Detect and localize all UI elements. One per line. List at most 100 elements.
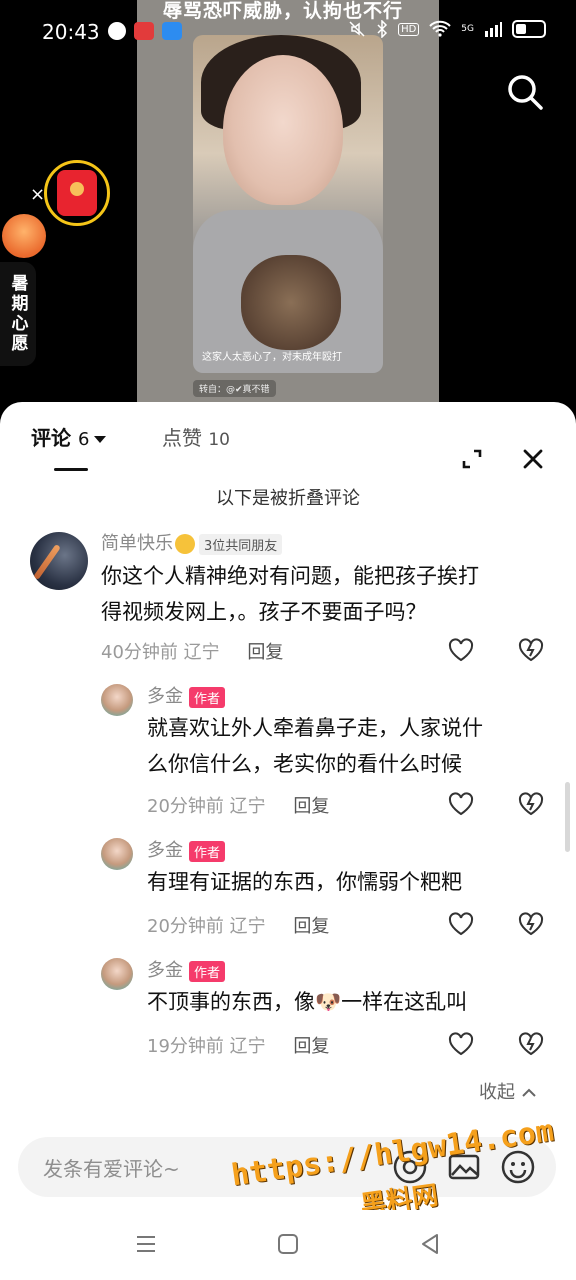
- tab-likes-label: 点赞: [162, 426, 202, 450]
- comment-time: 19分钟前: [147, 1036, 224, 1057]
- avatar[interactable]: [101, 838, 133, 870]
- comment-location: 辽宁: [229, 796, 266, 817]
- comment-username[interactable]: 简单快乐 3位共同朋友: [101, 529, 283, 555]
- comment-input-placeholder: 发条有爱评论~: [43, 1157, 180, 1181]
- mute-icon: [349, 21, 365, 37]
- comment-time: 40分钟前: [101, 642, 178, 663]
- menu-icon[interactable]: [134, 1232, 158, 1256]
- username-text: 多金: [147, 686, 183, 707]
- red-envelope-button[interactable]: [44, 160, 110, 226]
- chevron-down-icon: [94, 436, 107, 443]
- reply-button[interactable]: 回复: [293, 916, 329, 937]
- comment-time: 20分钟前: [147, 796, 224, 817]
- author-badge: 作者: [189, 840, 226, 862]
- smile-emoji-icon: [175, 534, 195, 554]
- comment-text-part: 不顶事的东西，像: [147, 990, 315, 1014]
- video-face: [223, 55, 343, 205]
- mutual-friends-badge: 3位共同朋友: [199, 533, 283, 555]
- signal-icon: [485, 22, 502, 37]
- dislike-icon[interactable]: [518, 1032, 544, 1056]
- reply-button[interactable]: 回复: [293, 796, 329, 817]
- comment-text-line: 你这个人精神绝对有问题，能把孩子挨打: [101, 564, 479, 588]
- status-time: 20:43: [42, 20, 100, 44]
- reply-button[interactable]: 回复: [247, 642, 283, 663]
- author-badge: 作者: [189, 686, 226, 708]
- comment-meta: 40分钟前 辽宁 回复: [101, 638, 283, 664]
- redpacket-app-icon: [134, 22, 154, 40]
- avatar[interactable]: [30, 532, 88, 590]
- comment-username[interactable]: 多金 作者: [147, 836, 226, 862]
- message-app-icon: [162, 22, 182, 40]
- comment-text-line: 么你信什么，老实你的看什么时候: [147, 752, 462, 776]
- wechat-icon: [108, 22, 126, 40]
- comment-text[interactable]: 就喜欢让外人牵着鼻子走，人家说什 么你信什么，老实你的看什么时候: [147, 710, 483, 782]
- summer-wish-label[interactable]: 暑期心愿: [0, 262, 36, 366]
- avatar[interactable]: [101, 958, 133, 990]
- folded-comments-note: 以下是被折叠评论: [216, 488, 360, 509]
- comment-text-line: 就喜欢让外人牵着鼻子走，人家说什: [147, 716, 483, 740]
- username-text: 多金: [147, 960, 183, 981]
- bluetooth-icon: [377, 20, 388, 38]
- search-icon[interactable]: [505, 72, 545, 112]
- comment-time: 20分钟前: [147, 916, 224, 937]
- battery-icon: [512, 20, 546, 38]
- avatar[interactable]: [101, 684, 133, 716]
- comment-meta: 19分钟前 辽宁 回复: [147, 1032, 329, 1058]
- tab-likes[interactable]: 点赞 10: [162, 422, 230, 451]
- dog-emoji-icon: 🐶: [315, 990, 342, 1014]
- status-app-icons: [108, 22, 182, 40]
- tab-comments-label: 评论: [31, 426, 71, 450]
- reply-button[interactable]: 回复: [293, 1036, 329, 1057]
- chevron-up-icon: [522, 1088, 536, 1097]
- video-caption: 这家人太恶心了，对未成年殴打: [202, 352, 342, 363]
- heart-icon[interactable]: [448, 638, 474, 662]
- comment-text-line: 得视频发网上，。孩子不要面子吗？: [101, 600, 427, 624]
- comment-location: 辽宁: [229, 916, 266, 937]
- tab-likes-count: 10: [208, 430, 230, 450]
- username-text: 多金: [147, 840, 183, 861]
- expand-icon[interactable]: [460, 447, 484, 471]
- comment-text-part: 一样在这乱叫: [341, 990, 468, 1014]
- mascot-icon[interactable]: [2, 214, 46, 258]
- tab-active-underline: [54, 468, 88, 471]
- comment-text[interactable]: 有理有证据的东西，你懦弱个粑粑: [147, 864, 462, 900]
- comment-text-line: 不顶事的东西，像🐶一样在这乱叫: [147, 984, 467, 1020]
- dislike-icon[interactable]: [518, 638, 544, 662]
- comment-location: 辽宁: [229, 1036, 266, 1057]
- dislike-icon[interactable]: [518, 792, 544, 816]
- scrollbar[interactable]: [565, 782, 570, 852]
- wifi-icon: [429, 20, 452, 37]
- collapse-label: 收起: [479, 1082, 515, 1103]
- repost-tag: 转自：@✔真不错: [193, 380, 276, 397]
- hd-badge: HD: [398, 22, 420, 36]
- comment-text[interactable]: 你这个人精神绝对有问题，能把孩子挨打 得视频发网上，。孩子不要面子吗？: [101, 558, 479, 630]
- back-icon[interactable]: [418, 1232, 442, 1256]
- comment-text-line: 有理有证据的东西，你懦弱个粑粑: [147, 870, 462, 894]
- author-badge: 作者: [189, 960, 226, 982]
- widget-close-icon[interactable]: ×: [30, 184, 45, 205]
- comment-meta: 20分钟前 辽宁 回复: [147, 792, 329, 818]
- username-text: 简单快乐: [101, 533, 173, 554]
- signal-label: 5G: [461, 24, 474, 34]
- close-icon[interactable]: [520, 446, 546, 472]
- collapse-replies-button[interactable]: 收起: [479, 1078, 537, 1104]
- comment-location: 辽宁: [183, 642, 220, 663]
- video-shirt-print: [241, 255, 341, 350]
- video-area[interactable]: 辱骂恐吓威胁，认拘也不行 这家人太恶心了，对未成年殴打 转自：@✔真不错 20:…: [0, 0, 576, 410]
- home-icon[interactable]: [276, 1232, 300, 1256]
- dislike-icon[interactable]: [518, 912, 544, 936]
- comment-username[interactable]: 多金 作者: [147, 956, 226, 982]
- comment-text[interactable]: 不顶事的东西，像🐶一样在这乱叫: [147, 984, 467, 1020]
- heart-icon[interactable]: [448, 912, 474, 936]
- tab-comments[interactable]: 评论 6: [31, 422, 107, 451]
- comment-tabbar: 评论 6 点赞 10: [0, 422, 576, 469]
- heart-icon[interactable]: [448, 1032, 474, 1056]
- status-indicators: HD 5G: [348, 20, 546, 38]
- comment-username[interactable]: 多金 作者: [147, 682, 226, 708]
- heart-icon[interactable]: [448, 792, 474, 816]
- tab-comments-count: 6: [77, 429, 90, 450]
- comment-meta: 20分钟前 辽宁 回复: [147, 912, 329, 938]
- system-navbar: [0, 1210, 576, 1280]
- video-player[interactable]: [193, 35, 383, 373]
- red-envelope-icon: [57, 170, 97, 216]
